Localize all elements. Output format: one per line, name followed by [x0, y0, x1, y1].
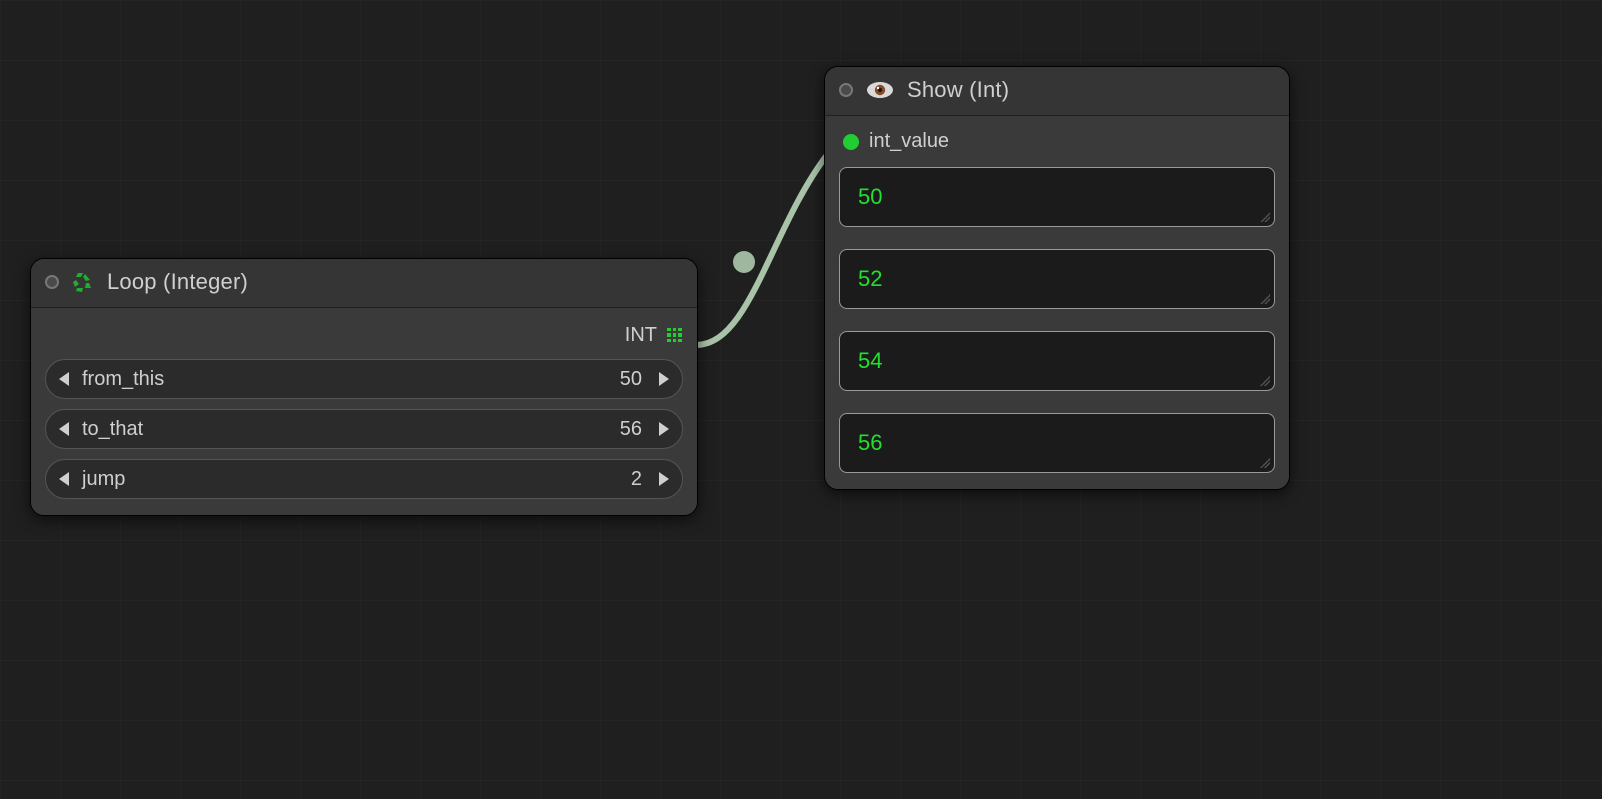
stepper-jump[interactable]: jump 2 [45, 459, 683, 499]
node-body: int_value 50 52 54 56 [825, 116, 1289, 489]
stepper-label: to_that [76, 418, 610, 441]
output-value-box[interactable]: 56 [839, 413, 1275, 473]
output-value-box[interactable]: 52 [839, 249, 1275, 309]
stepper-to-that[interactable]: to_that 56 [45, 409, 683, 449]
stepper-value[interactable]: 56 [610, 418, 652, 441]
output-label: INT [625, 324, 657, 347]
stepper-decrement[interactable] [52, 363, 76, 395]
stepper-decrement[interactable] [52, 463, 76, 495]
node-status-dot [45, 275, 59, 289]
stepper-decrement[interactable] [52, 413, 76, 445]
stepper-label: from_this [76, 368, 610, 391]
node-show-int[interactable]: Show (Int) int_value 50 52 54 56 [824, 66, 1290, 490]
input-port-int-value[interactable]: int_value [839, 126, 1275, 167]
recycle-icon [71, 270, 95, 294]
stepper-increment[interactable] [652, 363, 676, 395]
input-port-dot [843, 134, 859, 150]
node-title: Loop (Integer) [107, 269, 248, 295]
output-value-box[interactable]: 50 [839, 167, 1275, 227]
output-port-int[interactable]: INT [45, 318, 683, 359]
output-value-box[interactable]: 54 [839, 331, 1275, 391]
stepper-value[interactable]: 2 [621, 468, 652, 491]
node-status-dot [839, 83, 853, 97]
input-label: int_value [869, 130, 949, 153]
stepper-increment[interactable] [652, 463, 676, 495]
eye-icon [865, 80, 895, 100]
stepper-value[interactable]: 50 [610, 368, 652, 391]
node-body: INT from_this 50 to_that 56 jump 2 [31, 308, 697, 515]
node-header[interactable]: Loop (Integer) [31, 259, 697, 308]
node-title: Show (Int) [907, 77, 1009, 103]
stepper-label: jump [76, 468, 621, 491]
node-header[interactable]: Show (Int) [825, 67, 1289, 116]
stepper-increment[interactable] [652, 413, 676, 445]
node-loop-integer[interactable]: Loop (Integer) INT from_this 50 to_that … [30, 258, 698, 516]
stepper-from-this[interactable]: from_this 50 [45, 359, 683, 399]
output-port-icon [667, 328, 683, 344]
